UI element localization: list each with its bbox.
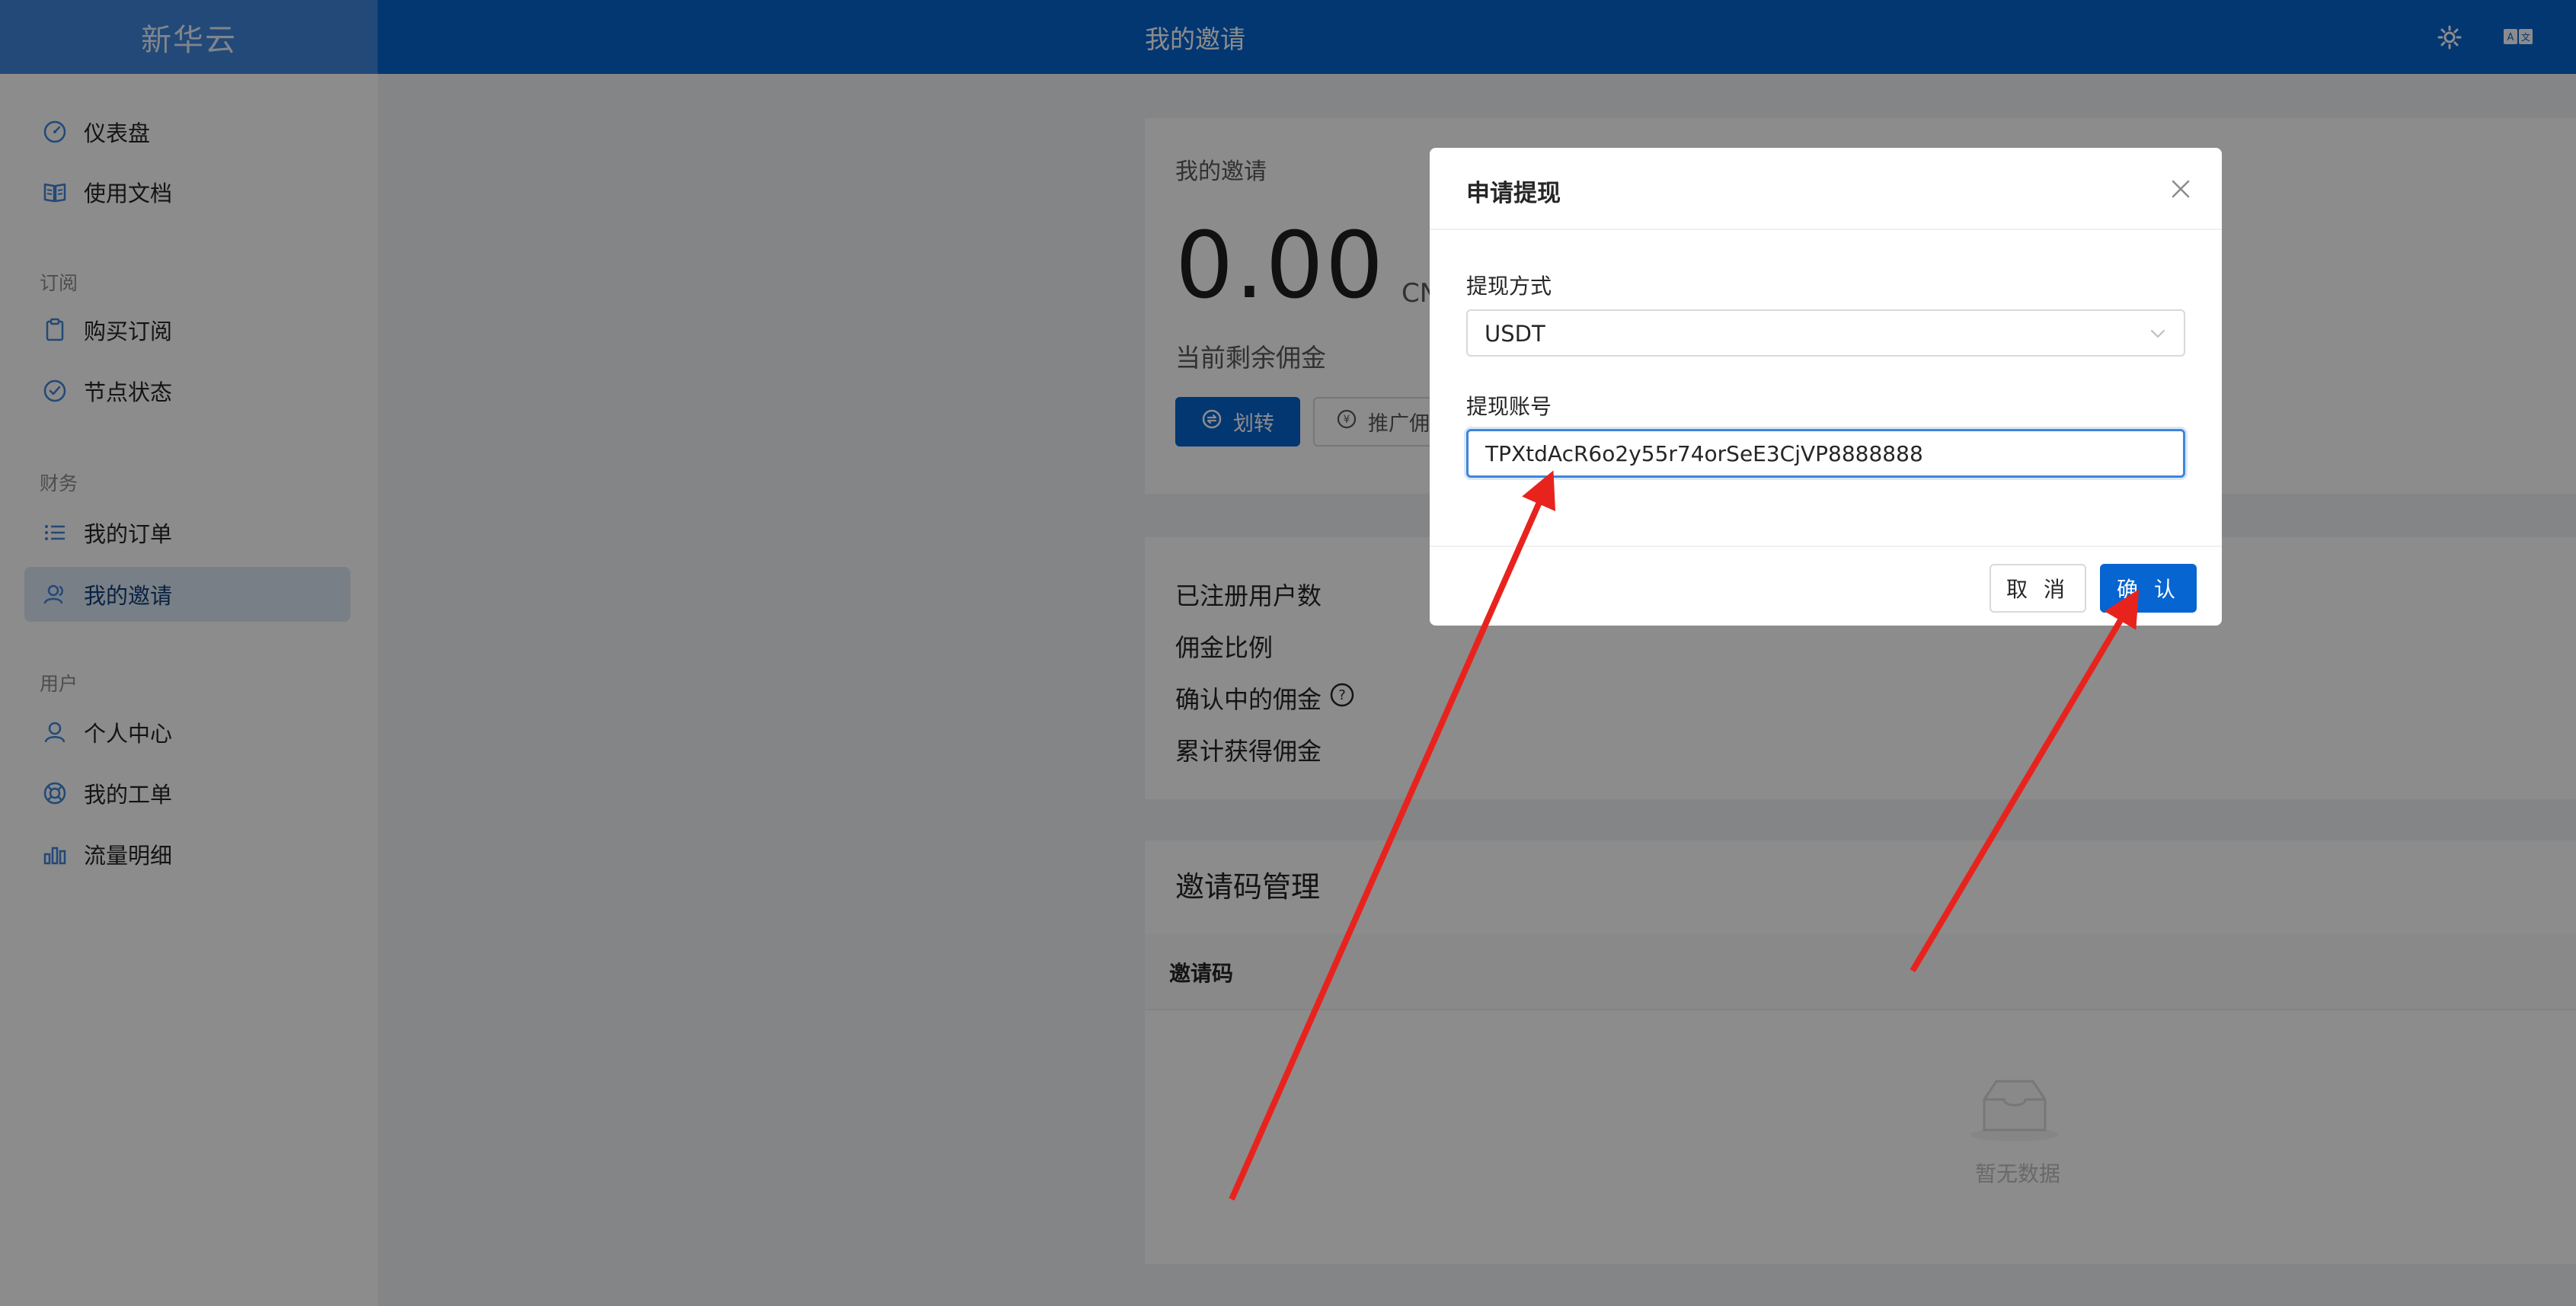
withdraw-method-value: USDT (1485, 321, 1545, 347)
modal-title: 申请提现 (1466, 180, 1561, 207)
withdraw-method-select[interactable]: USDT (1466, 309, 2185, 357)
cancel-button[interactable]: 取 消 (1990, 564, 2086, 613)
withdraw-account-label: 提现账号 (1466, 394, 1552, 419)
modal-footer: 取 消 确 认 (1430, 546, 2222, 626)
confirm-button[interactable]: 确 认 (2100, 564, 2197, 613)
withdraw-modal: 申请提现 提现方式 USDT 提现账号 取 消 确 认 (1430, 148, 2222, 626)
chevron-down-icon (2149, 325, 2167, 346)
close-icon[interactable] (2165, 174, 2196, 204)
modal-header: 申请提现 (1430, 148, 2222, 230)
withdraw-account-input[interactable] (1466, 429, 2185, 478)
withdraw-method-label: 提现方式 (1466, 274, 1552, 299)
